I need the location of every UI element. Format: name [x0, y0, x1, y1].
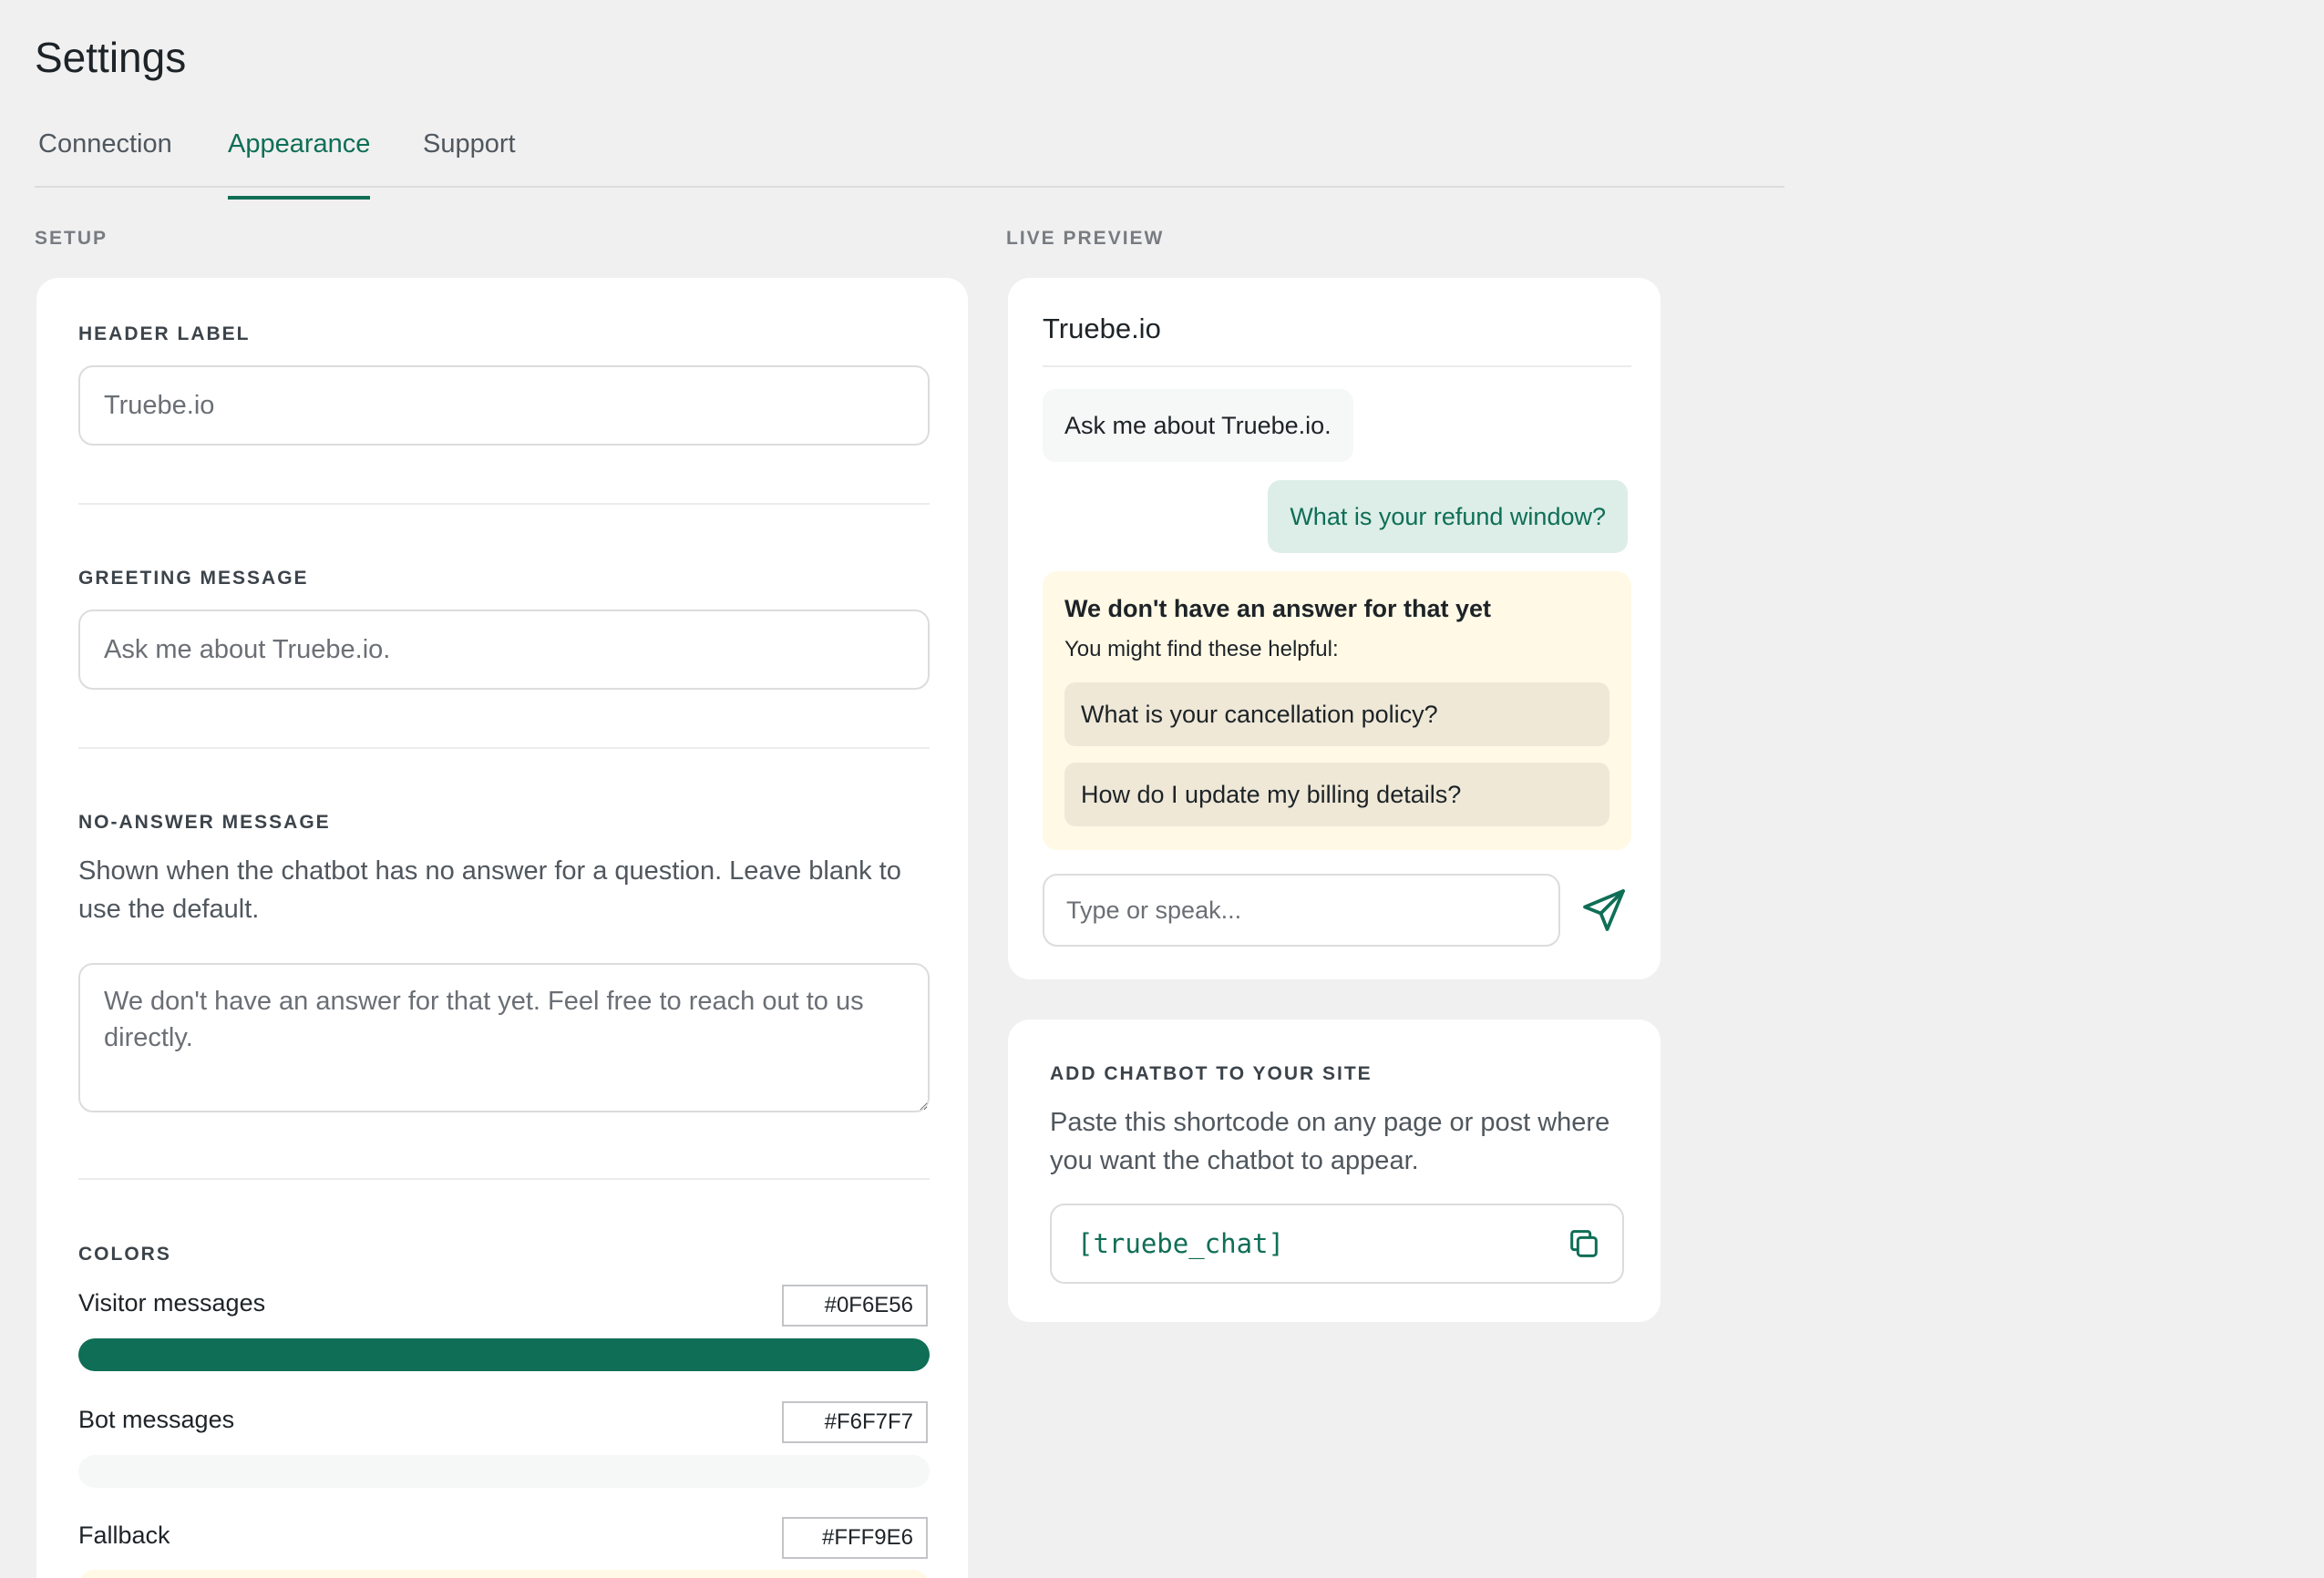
- header-label-title: HEADER LABEL: [78, 323, 251, 344]
- settings-page: Settings Connection Appearance Support S…: [0, 0, 2324, 1578]
- send-button[interactable]: [1578, 885, 1630, 936]
- tab-support[interactable]: Support: [423, 129, 516, 188]
- tab-connection[interactable]: Connection: [38, 129, 172, 188]
- fallback-message-box: We don't have an answer for that yet You…: [1043, 571, 1631, 850]
- add-chatbot-title: ADD CHATBOT TO YOUR SITE: [1050, 1063, 1373, 1084]
- visitor-messages-color-swatch[interactable]: [78, 1338, 930, 1371]
- colors-title: COLORS: [78, 1244, 171, 1265]
- divider: [78, 503, 930, 505]
- no-answer-message-textarea[interactable]: [78, 963, 930, 1112]
- greeting-message-title: GREETING MESSAGE: [78, 568, 309, 589]
- bot-messages-color-swatch[interactable]: [78, 1455, 930, 1488]
- copy-shortcode-button[interactable]: [1566, 1225, 1602, 1262]
- fallback-title: We don't have an answer for that yet: [1064, 595, 1492, 622]
- fallback-color-label: Fallback: [78, 1522, 170, 1549]
- visitor-messages-color-label: Visitor messages: [78, 1289, 266, 1317]
- shortcode-box: [truebe_chat]: [1050, 1204, 1624, 1284]
- header-label-input[interactable]: [78, 365, 930, 446]
- chat-header-title: Truebe.io: [1043, 313, 1161, 344]
- shortcode-text: [truebe_chat]: [1077, 1228, 1284, 1259]
- tab-bar: Connection Appearance Support: [35, 118, 1784, 200]
- fallback-subtitle: You might find these helpful:: [1064, 637, 1339, 661]
- setup-card: HEADER LABEL GREETING MESSAGE NO-ANSWER …: [36, 278, 968, 1578]
- suggestion-chip[interactable]: How do I update my billing details?: [1064, 763, 1609, 826]
- live-preview-section-label: LIVE PREVIEW: [1006, 228, 1165, 249]
- fallback-hex-input[interactable]: [782, 1517, 928, 1559]
- divider: [78, 747, 930, 749]
- visitor-message-bubble: What is your refund window?: [1268, 480, 1628, 553]
- tab-appearance[interactable]: Appearance: [228, 129, 371, 200]
- suggestion-chip[interactable]: What is your cancellation policy?: [1064, 682, 1609, 746]
- live-preview-card: Truebe.io Ask me about Truebe.io. What i…: [1008, 278, 1661, 979]
- no-answer-help-text: Shown when the chatbot has no answer for…: [78, 856, 901, 924]
- bot-messages-color-label: Bot messages: [78, 1406, 235, 1433]
- copy-icon: [1570, 1230, 1598, 1257]
- send-icon: [1583, 889, 1625, 931]
- add-chatbot-card: ADD CHATBOT TO YOUR SITE Paste this shor…: [1008, 1020, 1661, 1322]
- no-answer-message-title: NO-ANSWER MESSAGE: [78, 812, 331, 833]
- greeting-message-input[interactable]: [78, 610, 930, 690]
- fallback-color-swatch[interactable]: [78, 1570, 930, 1578]
- chat-message-input[interactable]: [1043, 874, 1560, 947]
- page-title: Settings: [35, 34, 187, 81]
- setup-section-label: SETUP: [35, 228, 108, 249]
- add-chatbot-help-text: Paste this shortcode on any page or post…: [1050, 1108, 1610, 1175]
- chat-header-divider: [1043, 365, 1631, 367]
- bot-message-bubble: Ask me about Truebe.io.: [1043, 389, 1353, 462]
- bot-messages-hex-input[interactable]: [782, 1401, 928, 1443]
- visitor-messages-hex-input[interactable]: [782, 1285, 928, 1327]
- divider: [78, 1178, 930, 1180]
